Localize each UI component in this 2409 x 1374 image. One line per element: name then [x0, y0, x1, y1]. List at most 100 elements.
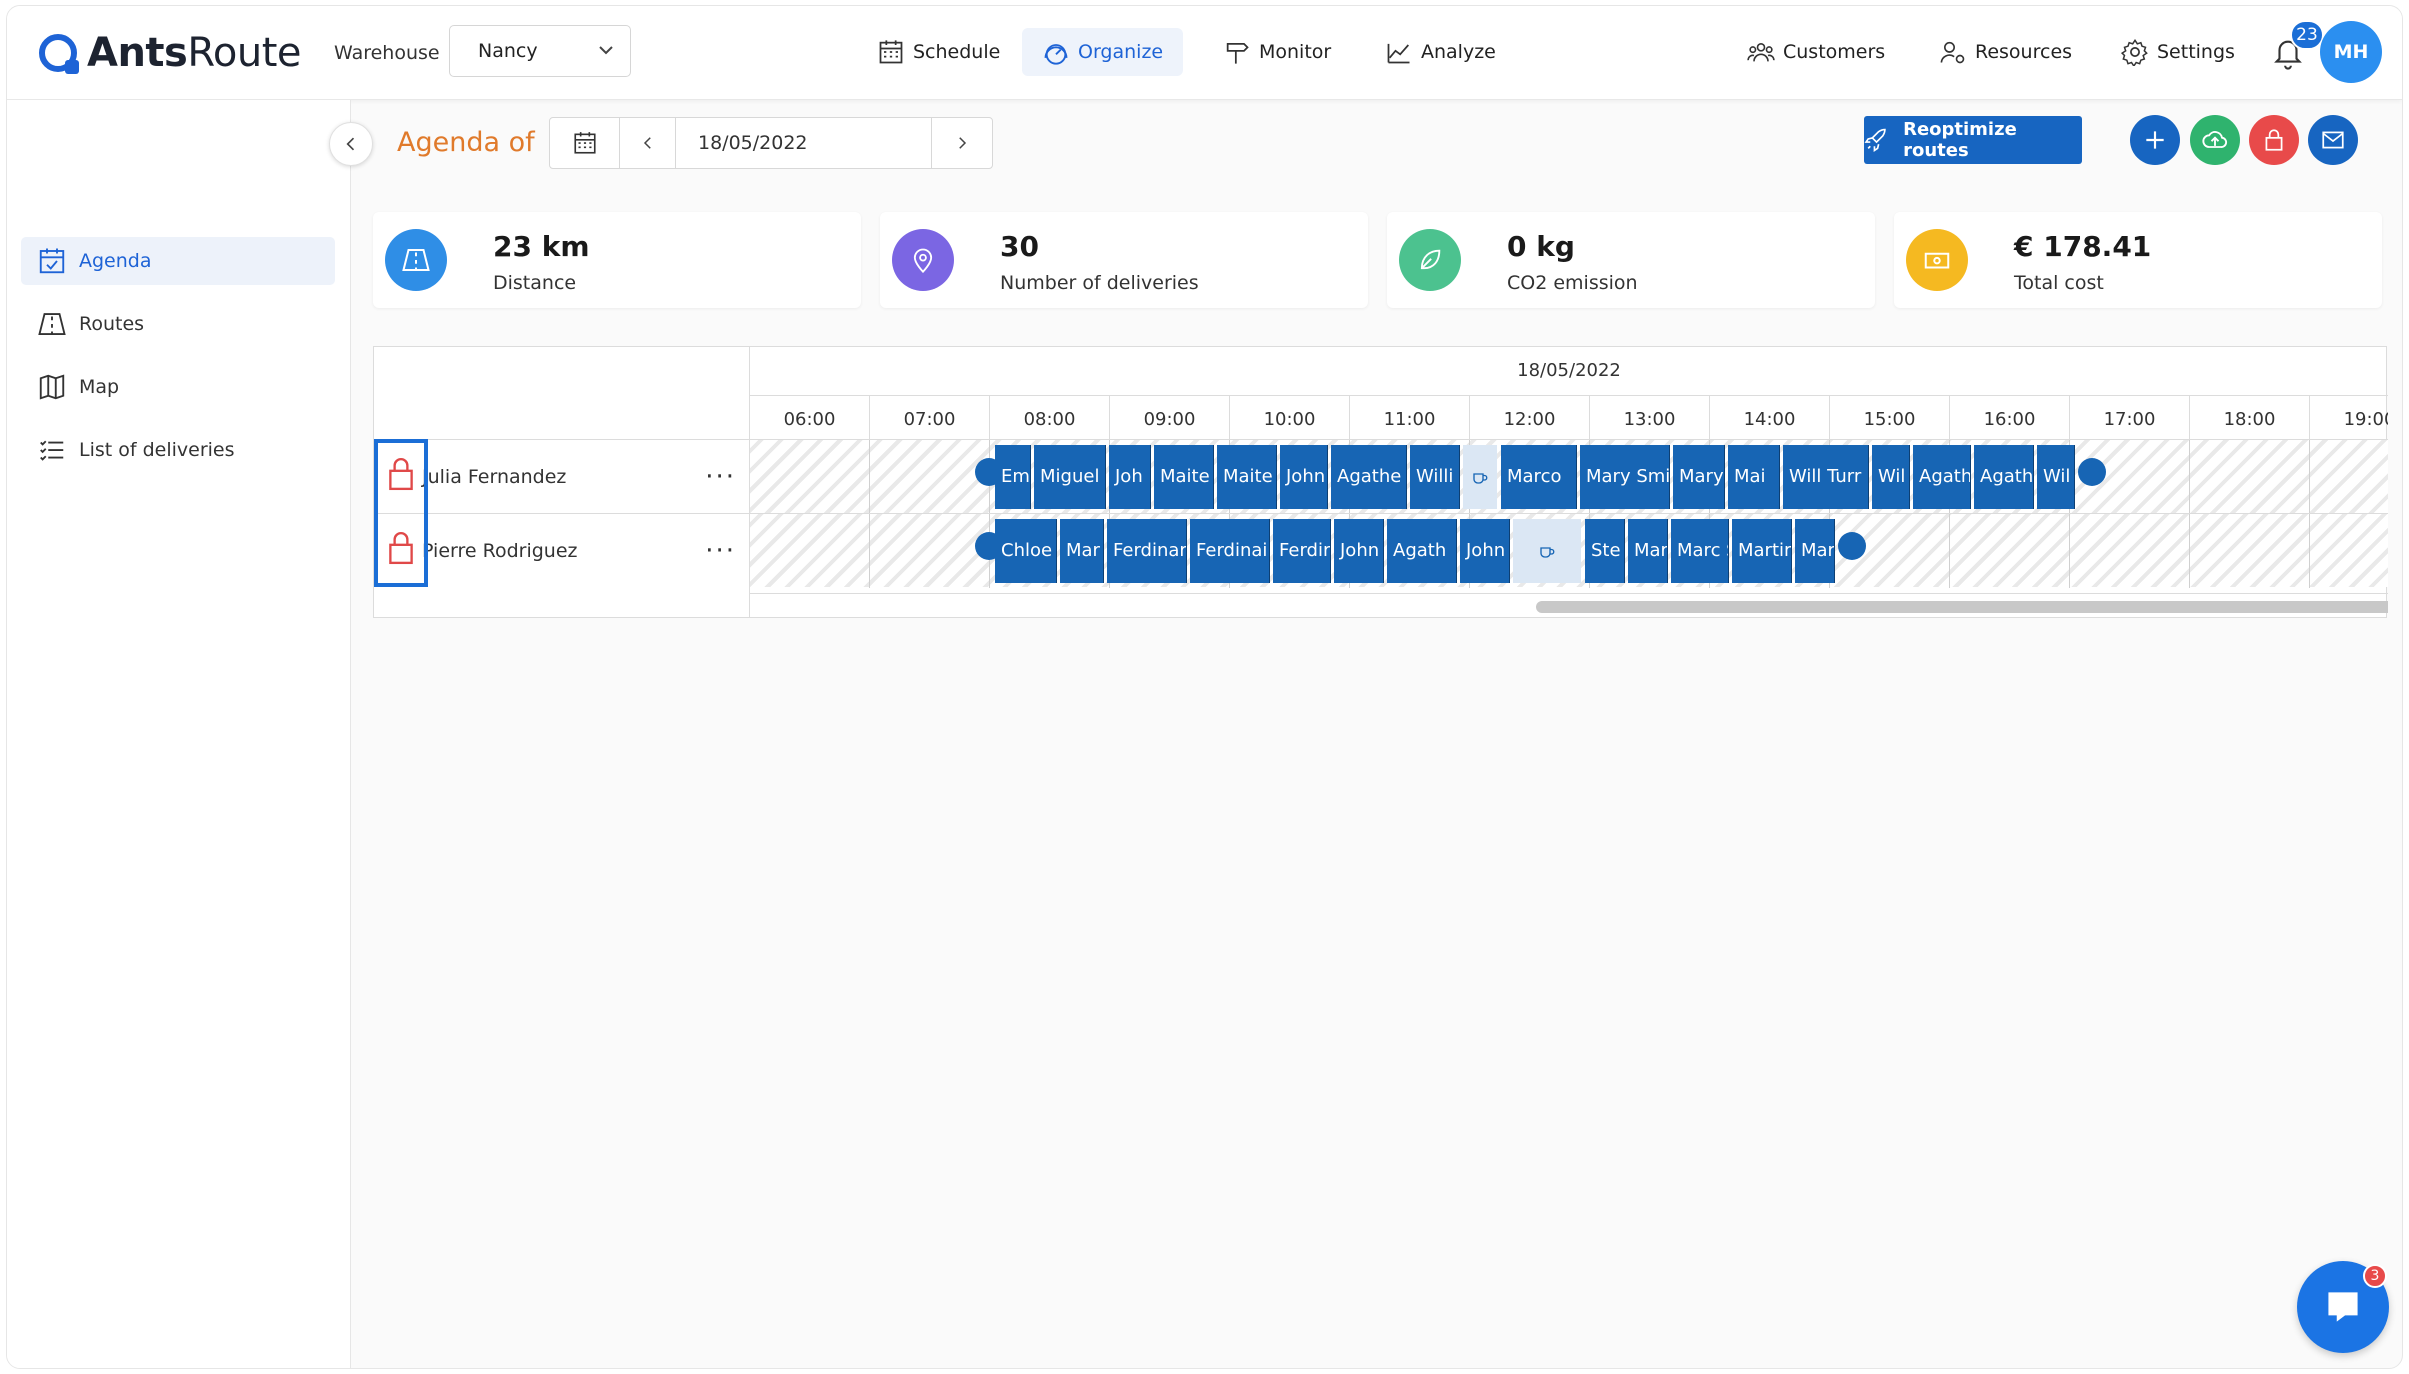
- nav-customers-label: Customers: [1783, 41, 1886, 63]
- stat-card-deliveries: 30 Number of deliveries: [880, 212, 1368, 308]
- hour-label: 11:00: [1350, 396, 1470, 444]
- delivery-task[interactable]: Miguel: [1034, 445, 1106, 509]
- lock-all-button[interactable]: [2249, 115, 2299, 165]
- delivery-task[interactable]: Ste: [1585, 519, 1625, 583]
- sidebar-item-list-of-deliveries[interactable]: List of deliveries: [21, 426, 335, 474]
- nav-resources[interactable]: Resources: [1919, 28, 2092, 76]
- sidebar-item-routes[interactable]: Routes: [21, 300, 335, 348]
- delivery-task[interactable]: Martir: [1732, 519, 1792, 583]
- collapse-sidebar-button[interactable]: [329, 122, 373, 166]
- break-block[interactable]: [1463, 445, 1497, 509]
- avatar[interactable]: MH: [2320, 21, 2382, 83]
- stat-label: Distance: [493, 272, 577, 294]
- hour-label: 09:00: [1110, 396, 1230, 444]
- delivery-task[interactable]: Wil: [2037, 445, 2075, 509]
- hour-label: 18:00: [2190, 396, 2310, 444]
- delivery-task[interactable]: Mar: [1795, 519, 1835, 583]
- stat-value: 0 kg: [1507, 230, 1575, 263]
- delivery-task[interactable]: Wil: [1872, 445, 1910, 509]
- sidebar: Agenda Routes Map List of deliveries: [7, 100, 351, 1368]
- add-button[interactable]: [2130, 115, 2180, 165]
- sidebar-item-map[interactable]: Map: [21, 363, 335, 411]
- delivery-task[interactable]: Agath: [1387, 519, 1457, 583]
- gear-icon: [2121, 38, 2148, 66]
- calendar-icon: [879, 40, 903, 64]
- sidebar-item-label: Agenda: [79, 250, 152, 272]
- delivery-task[interactable]: Maite: [1154, 445, 1214, 509]
- delivery-task[interactable]: John: [1280, 445, 1328, 509]
- delivery-task[interactable]: John: [1334, 519, 1384, 583]
- logo-mark-icon: [39, 34, 79, 74]
- nav-customers[interactable]: Customers: [1727, 28, 1905, 76]
- break-block[interactable]: [1513, 519, 1581, 583]
- hour-gridline: [2309, 514, 2310, 588]
- next-day-button[interactable]: [932, 118, 992, 168]
- nav-resources-label: Resources: [1975, 41, 2073, 63]
- agenda-gantt: Julia Fernandez ··· Pierre Rodriguez ···…: [373, 346, 2388, 618]
- sidebar-item-agenda[interactable]: Agenda: [21, 237, 335, 285]
- stat-card-co2: 0 kg CO2 emission: [1387, 212, 1875, 308]
- pin-icon: [892, 229, 954, 291]
- delivery-task[interactable]: Agath: [1913, 445, 1971, 509]
- sidebar-item-label: Map: [79, 376, 120, 398]
- delivery-task[interactable]: Ferdinai: [1190, 519, 1270, 583]
- mail-icon: [2322, 131, 2344, 149]
- horizontal-scrollbar[interactable]: [1536, 601, 2388, 613]
- delivery-task[interactable]: Marco: [1501, 445, 1577, 509]
- route-end-marker[interactable]: [2078, 458, 2106, 486]
- chevron-left-icon: [346, 137, 355, 151]
- logo[interactable]: AntsRoute: [39, 30, 301, 76]
- reoptimize-routes-button[interactable]: Reoptimize routes: [1864, 116, 2082, 164]
- delivery-task[interactable]: Joh: [1109, 445, 1151, 509]
- delivery-task[interactable]: Agath: [1974, 445, 2034, 509]
- delivery-task[interactable]: Agathe: [1331, 445, 1407, 509]
- nav-monitor[interactable]: Monitor: [1203, 28, 1351, 76]
- warehouse-select[interactable]: Nancy: [449, 25, 631, 77]
- route-end-marker[interactable]: [1838, 532, 1866, 560]
- more-options-icon[interactable]: ···: [705, 536, 736, 566]
- nav-settings[interactable]: Settings: [2101, 28, 2255, 76]
- rocket-icon: [1864, 128, 1886, 153]
- delivery-task[interactable]: Marc S: [1671, 519, 1729, 583]
- coffee-icon: [1540, 547, 1555, 558]
- previous-day-button[interactable]: [620, 118, 676, 168]
- hour-label: 13:00: [1590, 396, 1710, 444]
- delivery-task[interactable]: Will Turr: [1783, 445, 1869, 509]
- lock-column-highlight: [374, 439, 428, 587]
- lock-icon[interactable]: [388, 457, 414, 491]
- chart-icon: [1387, 43, 1410, 64]
- delivery-task[interactable]: Em: [995, 445, 1031, 509]
- hour-gridline: [1949, 514, 1950, 588]
- hour-gridline: [2189, 440, 2190, 514]
- resource-lane-1: Chloe Mar Ferdinar Ferdinai Ferdir John Agath J…: [750, 513, 2388, 588]
- hour-gridline: [869, 514, 870, 588]
- delivery-task[interactable]: Mar: [1060, 519, 1104, 583]
- stat-value: 23 km: [493, 230, 590, 263]
- delivery-task[interactable]: Mai: [1728, 445, 1780, 509]
- resource-row-0[interactable]: Julia Fernandez ···: [374, 439, 750, 513]
- delivery-task[interactable]: John: [1460, 519, 1510, 583]
- delivery-task[interactable]: Maite: [1217, 445, 1277, 509]
- nav-organize[interactable]: Organize: [1022, 28, 1184, 76]
- resource-name: Pierre Rodriguez: [422, 539, 578, 562]
- stat-card-cost: € 178.41 Total cost: [1894, 212, 2382, 308]
- delivery-task[interactable]: Mary Smi: [1580, 445, 1670, 509]
- nav-analyze[interactable]: Analyze: [1365, 28, 1516, 76]
- date-picker: 18/05/2022: [549, 117, 993, 169]
- cloud-upload-button[interactable]: [2190, 115, 2240, 165]
- delivery-task[interactable]: Willi: [1410, 445, 1460, 509]
- delivery-task[interactable]: Chloe: [995, 519, 1057, 583]
- nav-schedule[interactable]: Schedule: [857, 28, 1020, 76]
- resource-row-1[interactable]: Pierre Rodriguez ···: [374, 513, 750, 587]
- delivery-task[interactable]: Mary: [1673, 445, 1725, 509]
- delivery-task[interactable]: Ferdinar: [1107, 519, 1187, 583]
- sidebar-item-label: List of deliveries: [79, 439, 235, 461]
- email-button[interactable]: [2308, 115, 2358, 165]
- delivery-task[interactable]: Ferdir: [1273, 519, 1331, 583]
- calendar-button[interactable]: [550, 118, 620, 168]
- stat-value: 30: [1000, 230, 1039, 263]
- more-options-icon[interactable]: ···: [705, 462, 736, 492]
- date-input[interactable]: 18/05/2022: [676, 118, 932, 168]
- delivery-task[interactable]: Mar: [1628, 519, 1668, 583]
- lock-icon[interactable]: [388, 531, 414, 565]
